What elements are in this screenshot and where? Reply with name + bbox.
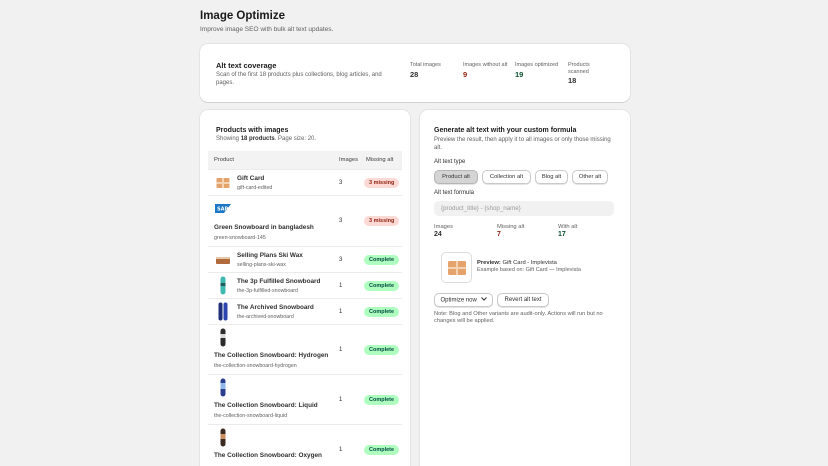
status-badge: Complete [364,445,400,455]
table-row[interactable]: Selling Plans Ski Wax selling-plans-ski-… [208,246,402,272]
table-row[interactable]: The Collection Snowboard: Hydrogen the-c… [208,324,402,374]
column-product: Product [214,157,234,163]
alt-text-formula-label: Alt text formula [434,190,475,196]
product-alt-button[interactable]: Product alt [434,170,478,184]
column-missing-alt: Missing alt [366,157,394,163]
stat-with-alt: With alt 17 [558,224,578,238]
image-count: 1 [339,283,343,289]
preview-example: Example based on: Gift Card — Implevista [477,267,581,273]
alt-text-formula-input[interactable]: {product_title} - {shop_name} [434,201,614,216]
product-handle: the-collection-snowboard-hydrogen [214,363,297,369]
product-name[interactable]: Gift Card [237,175,264,182]
page-title: Image Optimize [200,10,285,22]
coverage-title: Alt text coverage [216,61,277,70]
blog-alt-button[interactable]: Blog alt [535,170,568,184]
status-badge: 3 missing [364,178,400,188]
status-badge: Complete [364,281,400,291]
snowboard-icon [213,276,232,295]
product-name[interactable]: The Collection Snowboard: Liquid [214,402,318,409]
image-count: 3 [339,180,343,186]
snowboard-icon [213,428,232,447]
products-table-header: Product Images Missing alt [208,151,402,169]
sap-logo-icon: SAP [213,199,232,218]
image-count: 3 [339,218,343,224]
products-table-body: Gift Card gift-card-edited 3 3 missing S… [208,169,402,466]
product-handle: the-archived-snowboard [237,314,294,320]
product-name[interactable]: Selling Plans Ski Wax [237,252,303,259]
status-badge: Complete [364,395,400,405]
image-count: 1 [339,347,343,353]
stat-missing-alt: Missing alt 7 [497,224,525,238]
ski-wax-icon [213,250,232,269]
image-count: 1 [339,447,343,453]
product-name[interactable]: The Archived Snowboard [237,304,314,311]
audit-note: Note: Blog and Other variants are audit-… [434,311,603,324]
image-count: 3 [339,257,343,263]
stat-images: Images 24 [434,224,454,238]
product-name[interactable]: The 3p Fulfilled Snowboard [237,278,320,285]
alt-text-preview: Preview: Gift Card - Implevista Example … [441,252,605,283]
product-name[interactable]: Green Snowboard in bangladesh [214,224,314,231]
gift-card-icon [441,252,472,283]
table-row[interactable]: SAP Green Snowboard in bangladesh green-… [208,195,402,246]
generate-description: Preview the result, then apply it to all… [434,137,611,151]
optimize-now-button[interactable]: Optimize now [434,293,493,307]
revert-alt-text-button[interactable]: Revert alt text [497,293,549,307]
page-header: Image Optimize Improve image SEO with bu… [200,10,333,33]
preview-text: Preview: Gift Card - Implevista [477,260,557,266]
coverage-description: Scan of the first 18 products plus colle… [216,72,382,86]
status-badge: Complete [364,345,400,355]
page-subtitle: Improve image SEO with bulk alt text upd… [200,26,334,33]
snowboard-icon [213,302,232,321]
table-row[interactable]: The Collection Snowboard: Oxygen 1 Compl… [208,424,402,466]
table-row[interactable]: Gift Card gift-card-edited 3 3 missing [208,169,402,195]
stat-total-images: Total images 28 [410,62,441,79]
product-handle: gift-card-edited [237,185,273,191]
chevron-down-icon [480,294,487,306]
image-count: 1 [339,397,343,403]
generate-title: Generate alt text with your custom formu… [434,127,577,134]
product-name[interactable]: The Collection Snowboard: Hydrogen [214,352,328,359]
table-row[interactable]: The Archived Snowboard the-archived-snow… [208,298,402,324]
other-alt-button[interactable]: Other alt [572,170,608,184]
snowboard-icon [213,378,232,397]
status-badge: 3 missing [364,216,400,226]
gift-card-icon [213,173,232,192]
stat-products-scanned: Products scanned 18 [568,62,590,85]
svg-text:SAP: SAP [217,207,228,213]
product-handle: green-snowboard-145 [214,235,266,241]
collection-alt-button[interactable]: Collection alt [482,170,531,184]
products-title: Products with images [216,127,289,134]
status-badge: Complete [364,307,400,317]
status-badge: Complete [364,255,400,265]
snowboard-icon [213,328,232,347]
product-name[interactable]: The Collection Snowboard: Oxygen [214,452,322,459]
stat-images-without-alt: Images without alt 9 [463,62,508,79]
product-handle: selling-plans-ski-wax [237,262,286,268]
alt-text-coverage-card: Alt text coverage Scan of the first 18 p… [200,44,630,102]
table-row[interactable]: The Collection Snowboard: Liquid the-col… [208,374,402,424]
stat-images-optimized: Images optimized 19 [515,62,559,79]
table-row[interactable]: The 3p Fulfilled Snowboard the-3p-fulfil… [208,272,402,298]
product-handle: the-collection-snowboard-liquid [214,413,288,419]
product-handle: the-3p-fulfilled-snowboard [237,288,298,294]
column-images: Images [339,157,359,163]
products-showing-text: Showing 18 products. Page size: 20. [216,136,317,142]
alt-text-type-label: Alt text type [434,159,466,165]
image-count: 1 [339,309,343,315]
